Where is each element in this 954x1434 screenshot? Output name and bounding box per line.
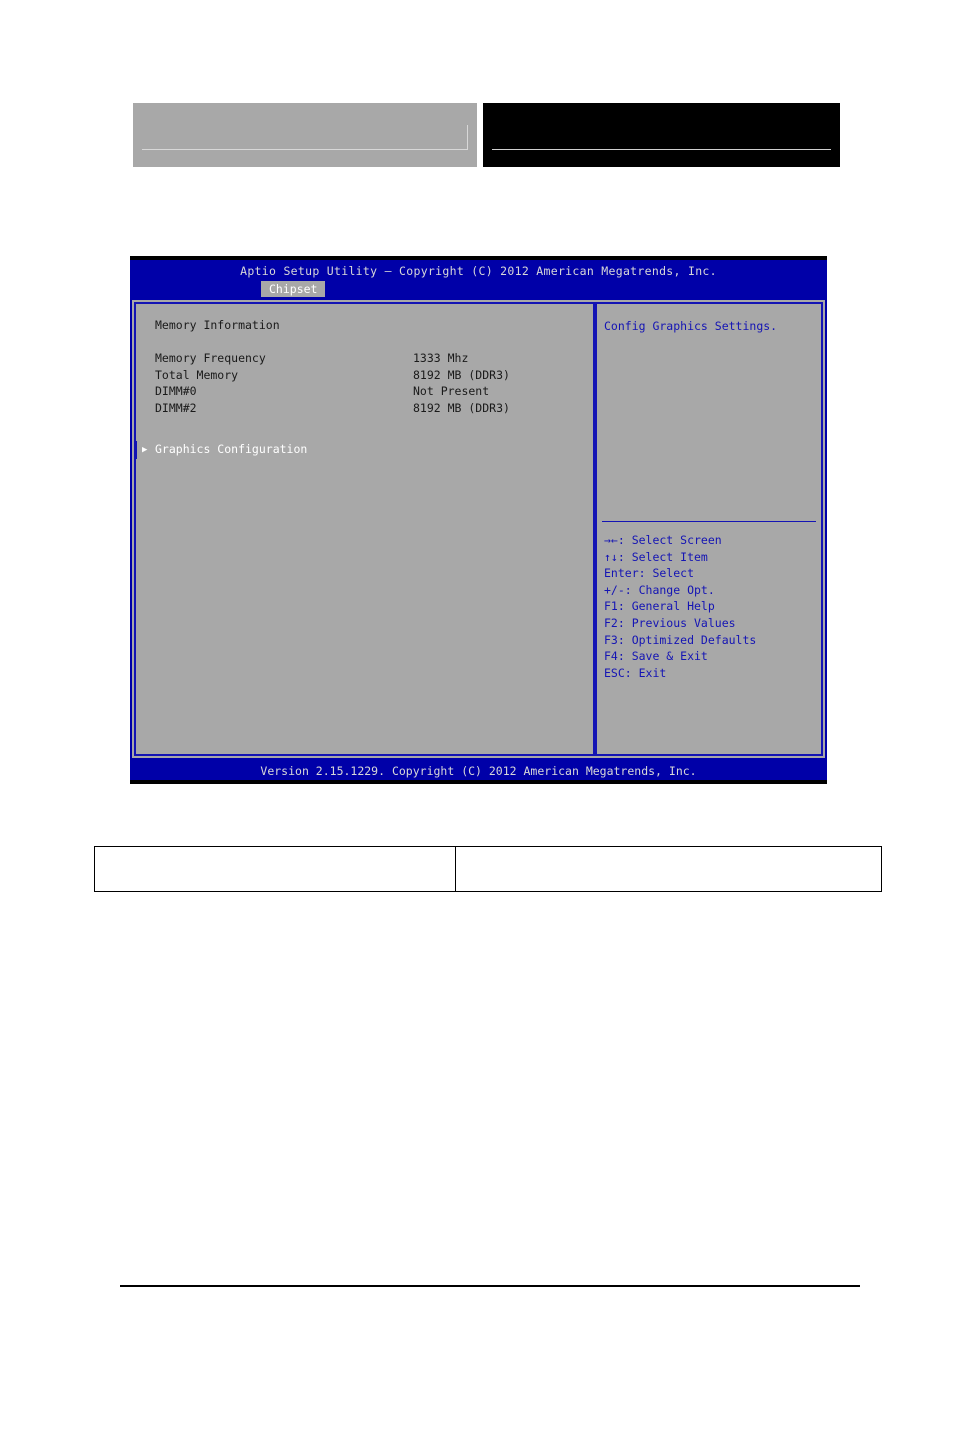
menu-item-label: Graphics Configuration bbox=[155, 442, 308, 456]
black-box-rule bbox=[492, 149, 831, 150]
memory-row: Total Memory 8192 MB (DDR3) bbox=[155, 368, 575, 385]
blank-black-box bbox=[483, 103, 840, 167]
grey-box-rule bbox=[142, 149, 468, 150]
top-image-placeholders bbox=[133, 103, 840, 167]
row-value: Not Present bbox=[413, 384, 490, 399]
memory-row: Memory Frequency 1333 Mhz bbox=[155, 351, 575, 368]
submenu-arrow-icon: ▶ bbox=[142, 445, 148, 455]
bios-version-footer: Version 2.15.1229. Copyright (C) 2012 Am… bbox=[130, 762, 827, 780]
memory-information-heading: Memory Information bbox=[155, 318, 280, 332]
bios-tab-bar: Chipset bbox=[130, 281, 827, 297]
memory-row: DIMM#0 Not Present bbox=[155, 384, 575, 401]
table-cell-right bbox=[455, 846, 882, 892]
key-legend-item: F3: Optimized Defaults bbox=[604, 632, 757, 647]
row-value: 8192 MB (DDR3) bbox=[413, 367, 510, 382]
row-label: DIMM#2 bbox=[155, 400, 197, 415]
caption-table bbox=[94, 846, 882, 892]
key-legend-item: +/-: Change Opt. bbox=[604, 582, 715, 597]
row-label: Memory Frequency bbox=[155, 351, 266, 365]
row-label: Total Memory bbox=[155, 367, 239, 382]
table-cell-left bbox=[94, 846, 456, 892]
bios-setup-screen: Aptio Setup Utility – Copyright (C) 2012… bbox=[130, 256, 827, 784]
help-panel: Config Graphics Settings. →←: Select Scr… bbox=[595, 302, 823, 756]
tab-chipset[interactable]: Chipset bbox=[261, 281, 326, 297]
grey-box-tick bbox=[467, 125, 468, 150]
page-footer-rule bbox=[120, 1285, 860, 1287]
memory-information-list: Memory Frequency 1333 Mhz Total Memory 8… bbox=[155, 351, 575, 417]
bios-bottom-strip bbox=[130, 780, 827, 784]
blank-grey-box bbox=[133, 103, 477, 167]
bios-title: Aptio Setup Utility – Copyright (C) 2012… bbox=[240, 264, 717, 278]
menu-item-graphics-configuration[interactable]: ▶ Graphics Configuration bbox=[134, 441, 595, 459]
help-description: Config Graphics Settings. bbox=[604, 319, 778, 333]
help-panel-divider bbox=[602, 521, 816, 522]
row-value: 1333 Mhz bbox=[413, 351, 469, 365]
memory-row: DIMM#2 8192 MB (DDR3) bbox=[155, 401, 575, 418]
row-label: DIMM#0 bbox=[155, 384, 197, 399]
key-legend-item: F1: General Help bbox=[604, 599, 715, 614]
memory-information-panel: Memory Information Memory Frequency 1333… bbox=[134, 302, 595, 756]
key-legend-list: →←: Select Screen ↑↓: Select Item Enter:… bbox=[604, 532, 817, 681]
key-legend-item: ↑↓: Select Item bbox=[604, 549, 708, 564]
bios-top-strip bbox=[130, 256, 827, 260]
table-row bbox=[94, 846, 882, 892]
key-legend-item: F4: Save & Exit bbox=[604, 649, 708, 664]
key-legend-item: F2: Previous Values bbox=[604, 615, 736, 630]
key-legend-item: ESC: Exit bbox=[604, 665, 667, 680]
key-legend-item: →←: Select Screen bbox=[604, 533, 722, 547]
row-value: 8192 MB (DDR3) bbox=[413, 400, 510, 415]
key-legend-item: Enter: Select bbox=[604, 566, 695, 581]
bios-body: Memory Information Memory Frequency 1333… bbox=[132, 300, 825, 758]
